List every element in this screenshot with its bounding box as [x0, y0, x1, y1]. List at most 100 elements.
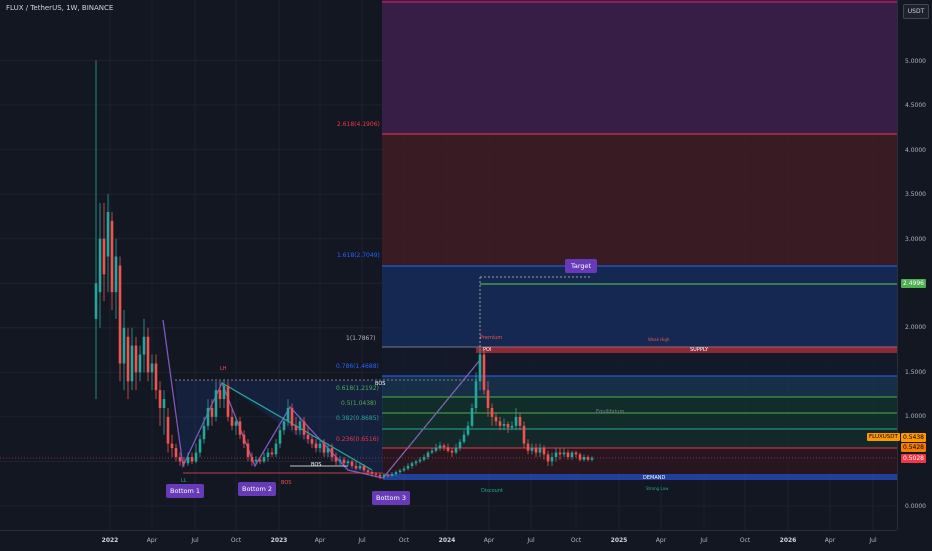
- date-label: 2024: [438, 537, 456, 544]
- price-badge-low: 0.5028: [901, 454, 926, 463]
- candle-body: [590, 457, 594, 460]
- candle-body: [402, 468, 406, 471]
- demand-zone: [383, 474, 897, 480]
- strong-low-label: Strong Low: [646, 486, 669, 491]
- candle-body: [358, 465, 362, 469]
- candle-body: [450, 450, 454, 453]
- candle-body: [354, 465, 358, 469]
- candle-body: [398, 470, 402, 473]
- candle-body: [262, 456, 266, 462]
- target-label[interactable]: Target: [565, 259, 598, 273]
- candle-body: [170, 443, 174, 449]
- zone-0786: [382, 376, 897, 397]
- candle-body: [298, 421, 302, 431]
- candle-body: [294, 425, 298, 431]
- fib-label-0786: 0.786(1.4688): [336, 363, 379, 370]
- candle-body: [286, 407, 290, 422]
- fib-label-0618: 0.618(1.2192): [336, 385, 379, 392]
- candle-body: [230, 416, 234, 426]
- candle-body: [466, 425, 470, 435]
- chart-canvas[interactable]: [0, 0, 897, 530]
- bottom-2-label[interactable]: Bottom 2: [238, 482, 277, 496]
- date-label: 2025: [610, 537, 628, 544]
- price-badge-last: 0.5438: [901, 433, 926, 442]
- candle-body: [386, 474, 390, 476]
- date-label: Jul: [869, 537, 877, 544]
- fib-label-1618: 1.618(2.7049): [337, 252, 380, 259]
- candle-body: [98, 238, 102, 293]
- candle-body: [266, 452, 270, 457]
- candle-body: [166, 416, 170, 444]
- candle-body: [198, 439, 202, 453]
- candle-body: [506, 424, 510, 428]
- date-label: Oct: [230, 537, 242, 544]
- bottom-3-label[interactable]: Bottom 3: [372, 491, 411, 505]
- candle-body: [186, 456, 190, 464]
- date-label: Jul: [527, 537, 535, 544]
- candle-body: [206, 407, 210, 426]
- candle-body: [390, 473, 394, 476]
- date-label: 2023: [270, 537, 288, 544]
- zone-top: [382, 0, 897, 134]
- bos-label-3: BOS: [281, 480, 292, 486]
- fib-label-1: 1(1.7867): [346, 335, 376, 342]
- price-tick: 1.5000: [905, 369, 926, 376]
- date-label: Jul: [700, 537, 708, 544]
- candle-body: [154, 363, 158, 391]
- candle-body: [242, 434, 246, 444]
- candle-body: [586, 456, 590, 460]
- symbol-title: FLUX / TetherUS, 1W, BINANCE: [6, 4, 114, 12]
- candle-body: [578, 454, 582, 460]
- date-label: 2022: [101, 537, 119, 544]
- fib-zones: [0, 0, 897, 480]
- candle-body: [510, 425, 514, 428]
- price-axis[interactable]: USDT 5.0000 4.5000 4.0000 3.5000 3.0000 …: [897, 0, 932, 530]
- candle-body: [210, 407, 214, 417]
- candle-body: [562, 452, 566, 455]
- candle-body: [522, 425, 526, 444]
- candle-body: [518, 416, 522, 426]
- candle-body: [366, 470, 370, 473]
- candle-body: [442, 445, 446, 448]
- price-chart[interactable]: FLUX / TetherUS, 1W, BINANCE Bottom 1 Bo…: [0, 0, 897, 530]
- candle-body: [378, 474, 382, 477]
- date-label: Oct: [570, 537, 582, 544]
- date-label: Apr: [824, 537, 836, 544]
- time-axis[interactable]: 2022 Apr Jul Oct 2023 Apr Jul Oct 2024 A…: [0, 530, 897, 551]
- candle-body: [406, 465, 410, 469]
- date-label: Oct: [739, 537, 751, 544]
- candle-body: [114, 256, 118, 293]
- candle-body: [370, 472, 374, 474]
- candle-body: [122, 327, 126, 364]
- candle-body: [330, 448, 334, 457]
- fib-label-0382: 0.382(0.8685): [336, 415, 379, 422]
- candle-body: [426, 452, 430, 457]
- candle-body: [538, 448, 542, 453]
- candle-body: [334, 456, 338, 462]
- price-tick: 3.5000: [905, 191, 926, 198]
- supply-label: SUPPLY: [690, 347, 709, 353]
- bottom-1-label[interactable]: Bottom 1: [166, 484, 205, 498]
- price-tick: 3.0000: [905, 236, 926, 243]
- candle-body: [566, 452, 570, 457]
- candle-body: [130, 345, 134, 382]
- candle-body: [474, 381, 478, 408]
- candle-body: [434, 448, 438, 451]
- candle-body: [318, 443, 322, 449]
- fib-label-0236: 0.236(0.6516): [336, 436, 379, 443]
- candle-body: [214, 390, 218, 417]
- candle-body: [530, 448, 534, 451]
- candle-body: [338, 459, 342, 462]
- candle-body: [382, 474, 386, 477]
- date-label: Oct: [398, 537, 410, 544]
- candle-body: [158, 390, 162, 408]
- candle-body: [482, 354, 486, 391]
- candle-body: [110, 220, 114, 293]
- candle-body: [490, 407, 494, 417]
- candle-body: [458, 441, 462, 449]
- currency-button[interactable]: USDT: [903, 4, 929, 19]
- candle-body: [498, 421, 502, 426]
- discount-label: Discount: [481, 488, 503, 494]
- candle-body: [494, 416, 498, 422]
- demand-label: DEMAND: [643, 475, 666, 481]
